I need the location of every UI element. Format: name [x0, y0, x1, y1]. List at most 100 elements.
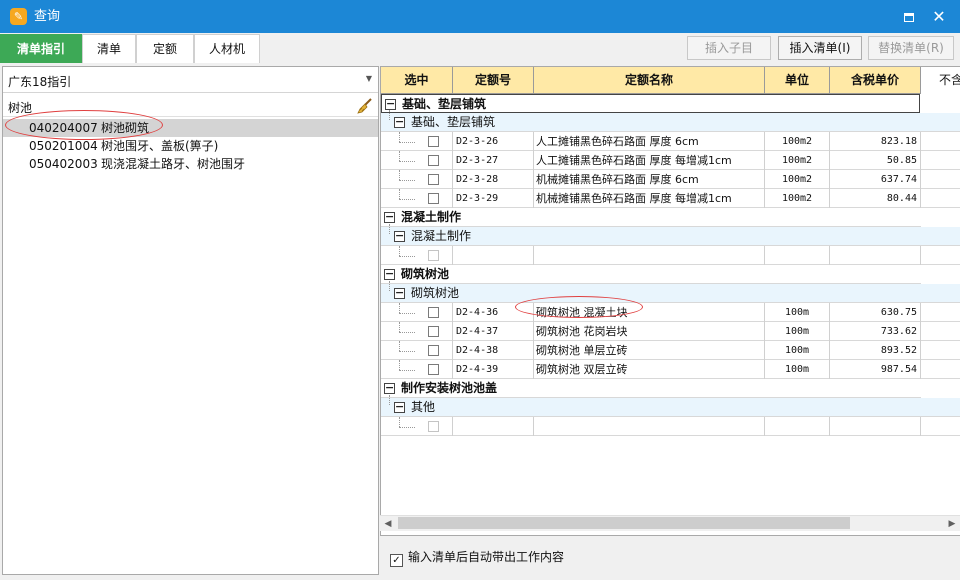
tree-line [399, 360, 400, 370]
collapse-icon[interactable]: − [384, 211, 395, 223]
insert-child-button[interactable]: 插入子目 [687, 36, 771, 60]
maximize-icon[interactable] [898, 6, 920, 28]
tree-line [399, 427, 415, 428]
list-item[interactable]: 050201004 树池围牙、盖板(箅子) [3, 137, 378, 155]
category-row[interactable]: − 混凝土制作 [381, 208, 921, 227]
row-checkbox[interactable] [428, 250, 439, 261]
collapse-icon[interactable]: − [394, 401, 405, 413]
select-cell[interactable] [381, 417, 453, 436]
select-cell[interactable] [381, 360, 453, 379]
col-quota-name[interactable]: 定额名称 [534, 67, 765, 94]
tree-line [399, 303, 400, 313]
quota-code: D2-4-39 [453, 360, 534, 379]
tree-line [399, 332, 415, 333]
collapse-icon[interactable]: − [394, 116, 405, 128]
select-cell[interactable] [381, 132, 453, 151]
quota-table: 选中 定额号 定额名称 单位 含税单价 不含 −基础、垫层铺筑−基础、垫层铺筑D… [380, 66, 960, 536]
row-cell [921, 132, 960, 151]
category-title: 制作安装树池池盖 [401, 381, 498, 395]
tree-line [399, 199, 415, 200]
replace-list-button[interactable]: 替换清单(R) [868, 36, 954, 60]
scroll-left-icon[interactable]: ◀ [380, 516, 396, 532]
list-item[interactable]: 050402003 现浇混凝土路牙、树池围牙 [3, 155, 378, 173]
table-row[interactable]: D2-3-27 人工摊铺黑色碎石路面 厚度 每增减1cm 100m2 50.85 [381, 151, 960, 170]
table-row[interactable]: D2-4-36 砌筑树池 混凝土块 100m 630.75 [381, 303, 960, 322]
tab-list[interactable]: 清单 [82, 34, 136, 63]
row-cell [921, 360, 960, 379]
tree-line [399, 246, 400, 256]
row-checkbox[interactable] [428, 345, 439, 356]
list-item[interactable]: 040204007 树池砌筑 [3, 119, 378, 137]
row-cell [921, 189, 960, 208]
collapse-icon[interactable]: − [384, 382, 395, 394]
scroll-thumb[interactable] [398, 517, 850, 529]
row-cell [921, 246, 960, 265]
table-row[interactable]: D2-4-39 砌筑树池 双层立砖 100m 987.54 [381, 360, 960, 379]
table-row[interactable]: D2-4-38 砌筑树池 单层立砖 100m 893.52 [381, 341, 960, 360]
scroll-right-icon[interactable]: ▶ [944, 516, 960, 532]
subcategory-row[interactable]: − 砌筑树池 [381, 281, 960, 303]
table-row[interactable]: D2-3-28 机械摊铺黑色碎石路面 厚度 6cm 100m2 637.74 [381, 170, 960, 189]
category-row[interactable]: − 砌筑树池 [381, 265, 921, 284]
col-price-tax[interactable]: 含税单价 [830, 67, 921, 94]
subcategory-row[interactable]: − 基础、垫层铺筑 [381, 110, 960, 132]
tree-line [399, 180, 415, 181]
price: 893.52 [830, 341, 921, 360]
search-input[interactable]: 树池 [3, 95, 378, 117]
tab-labor-material-machine[interactable]: 人材机 [194, 34, 260, 63]
subcategory-row[interactable]: − 混凝土制作 [381, 224, 960, 246]
guide-select[interactable]: 广东18指引 ▼ [3, 67, 378, 93]
broom-clear-icon[interactable] [356, 97, 374, 115]
collapse-icon[interactable]: − [384, 268, 395, 280]
price: 637.74 [830, 170, 921, 189]
table-row[interactable]: D2-3-26 人工摊铺黑色碎石路面 厚度 6cm 100m2 823.18 [381, 132, 960, 151]
unit: 100m [765, 303, 830, 322]
select-cell[interactable] [381, 303, 453, 322]
table-row[interactable]: D2-3-29 机械摊铺黑色碎石路面 厚度 每增减1cm 100m2 80.44 [381, 189, 960, 208]
select-cell[interactable] [381, 189, 453, 208]
row-checkbox[interactable] [428, 155, 439, 166]
row-checkbox[interactable] [428, 174, 439, 185]
auto-content-option[interactable]: ✓ 输入清单后自动带出工作内容 [390, 548, 564, 567]
category-row[interactable]: − 基础、垫层铺筑 [381, 94, 920, 113]
select-cell[interactable] [381, 246, 453, 265]
tree-line [399, 170, 400, 180]
table-row[interactable] [381, 246, 960, 265]
col-quota-code[interactable]: 定额号 [453, 67, 534, 94]
select-cell[interactable] [381, 151, 453, 170]
close-icon[interactable]: ✕ [928, 6, 950, 28]
subcategory-title: 其他 [411, 400, 436, 414]
guide-list: 040204007 树池砌筑 050201004 树池围牙、盖板(箅子) 05040… [3, 119, 378, 173]
tree-line [399, 151, 400, 161]
tree-line [399, 351, 415, 352]
row-checkbox[interactable] [428, 364, 439, 375]
category-row[interactable]: − 制作安装树池池盖 [381, 379, 921, 398]
chevron-down-icon[interactable]: ▼ [366, 74, 372, 83]
col-unit[interactable]: 单位 [765, 67, 830, 94]
subcategory-row[interactable]: − 其他 [381, 395, 960, 417]
tab-quota[interactable]: 定额 [136, 34, 194, 63]
row-checkbox[interactable] [428, 136, 439, 147]
quota-name [534, 246, 765, 265]
col-select[interactable]: 选中 [381, 67, 453, 94]
table-row[interactable] [381, 417, 960, 436]
row-checkbox[interactable] [428, 421, 439, 432]
guide-select-value: 广东18指引 [8, 75, 72, 89]
select-cell[interactable] [381, 341, 453, 360]
tab-list-guide[interactable]: 清单指引 [0, 34, 82, 63]
select-cell[interactable] [381, 170, 453, 189]
collapse-icon[interactable]: − [385, 98, 396, 110]
collapse-icon[interactable]: − [394, 230, 405, 242]
insert-list-button[interactable]: 插入清单(I) [778, 36, 862, 60]
collapse-icon[interactable]: − [394, 287, 405, 299]
col-price-notax[interactable]: 不含 [921, 67, 960, 94]
row-checkbox[interactable] [428, 326, 439, 337]
row-checkbox[interactable] [428, 307, 439, 318]
tab-bar: 清单指引 清单 定额 人材机 插入子目 插入清单(I) 替换清单(R) [0, 33, 960, 63]
select-cell[interactable] [381, 322, 453, 341]
quota-code: D2-4-38 [453, 341, 534, 360]
subcategory-title: 基础、垫层铺筑 [411, 115, 496, 129]
row-checkbox[interactable] [428, 193, 439, 204]
auto-content-checkbox[interactable]: ✓ [390, 554, 403, 567]
table-row[interactable]: D2-4-37 砌筑树池 花岗岩块 100m 733.62 [381, 322, 960, 341]
